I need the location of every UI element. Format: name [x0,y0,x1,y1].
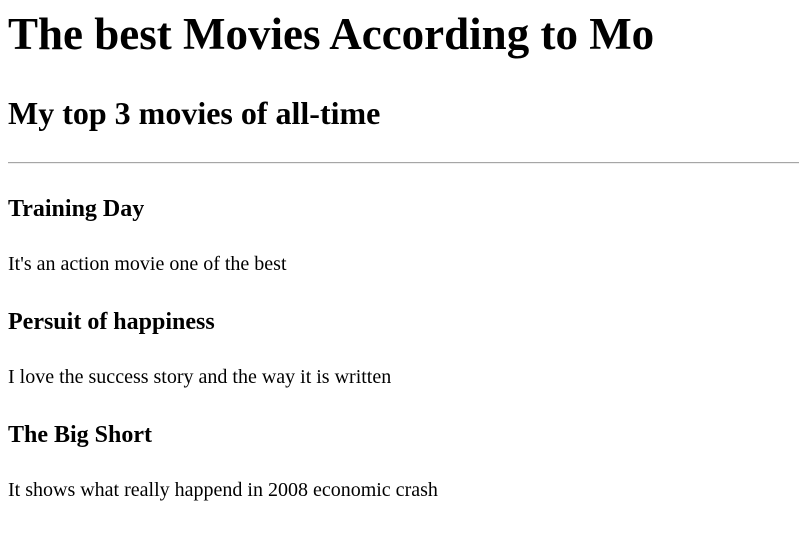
movie-description: It shows what really happend in 2008 eco… [8,479,438,501]
movie-description: It's an action movie one of the best [8,253,287,275]
movie-description: I love the success story and the way it … [8,366,392,388]
movie-title: The Big Short [8,422,153,448]
movie-title: Persuit of happiness [8,309,215,335]
page-title: The best Movies According to Mo [8,9,655,59]
page-subtitle: My top 3 movies of all-time [8,95,381,131]
movie-title: Training Day [8,196,145,222]
movie-item: The Big Short It shows what really happe… [8,421,799,502]
movie-item: Training Day It's an action movie one of… [8,195,799,276]
divider [8,162,799,164]
movie-item: Persuit of happiness I love the success … [8,308,799,389]
